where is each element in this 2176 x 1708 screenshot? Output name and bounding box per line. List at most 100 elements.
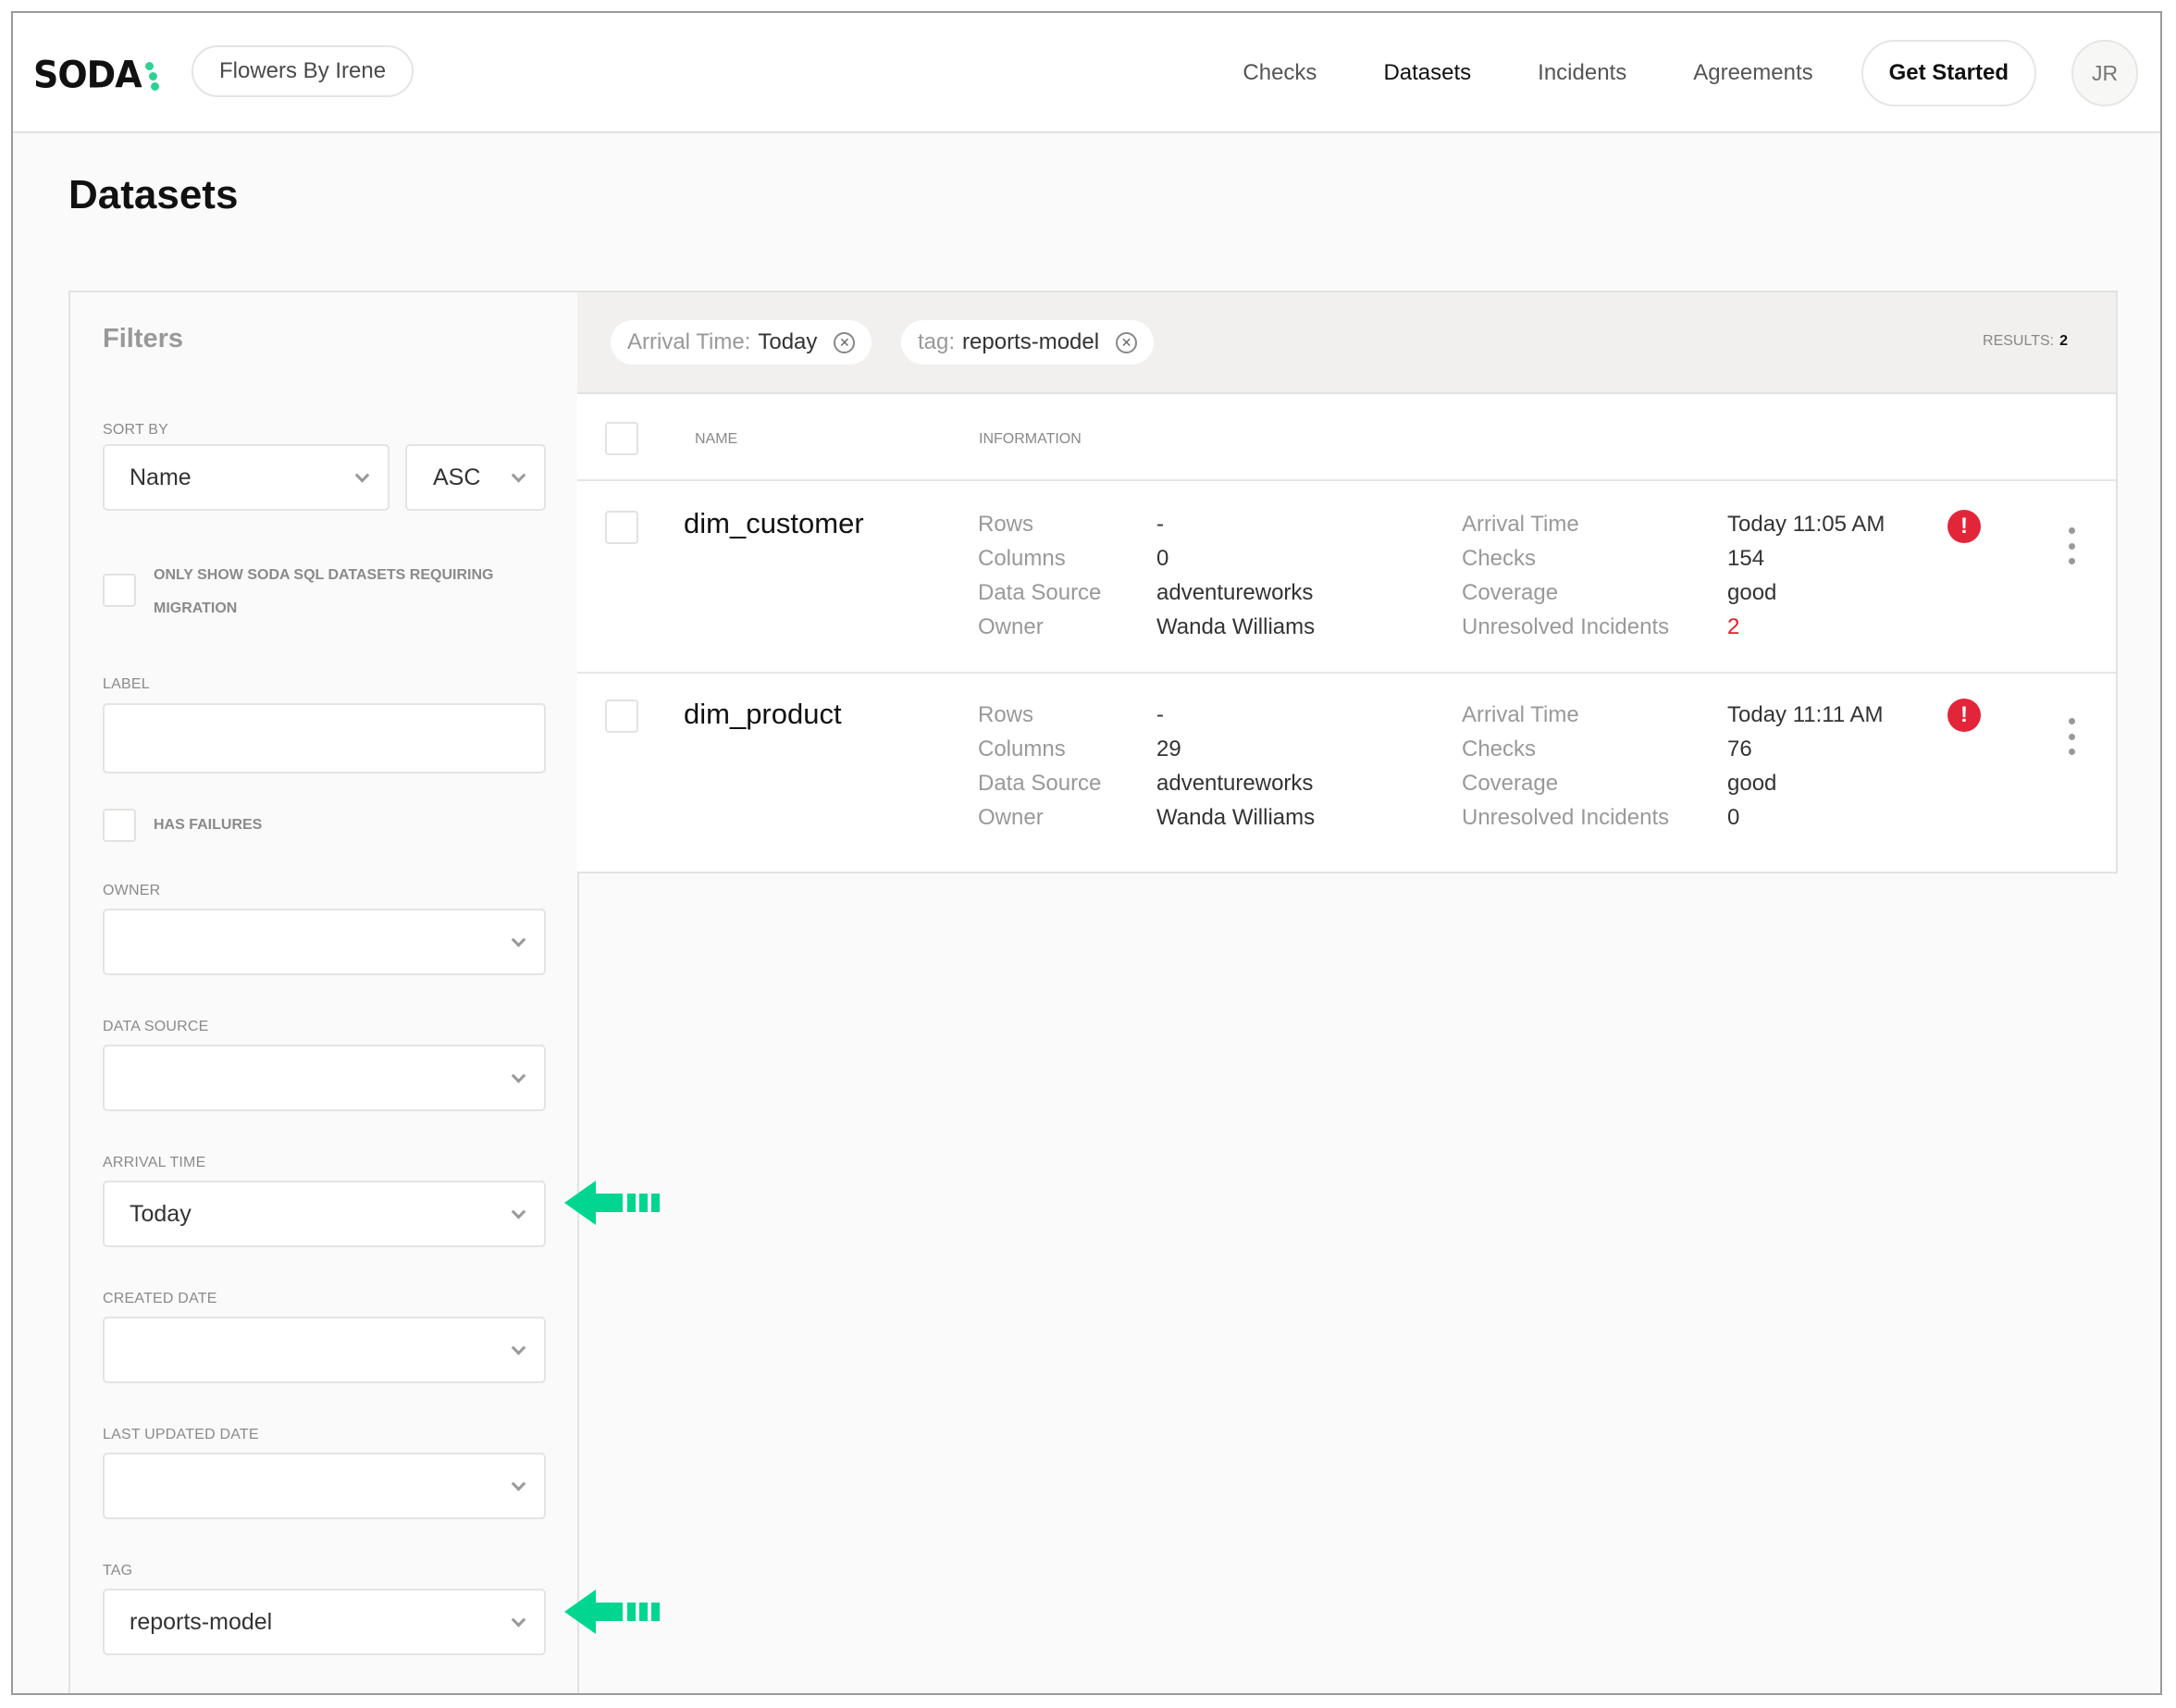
- created-date-select[interactable]: [103, 1317, 546, 1383]
- select-all-checkbox[interactable]: [605, 422, 638, 455]
- data-source-label: Data Source: [978, 771, 1102, 796]
- table-row[interactable]: dim_customer Rows Columns Data Source Ow…: [577, 483, 2116, 672]
- rows-label: Rows: [978, 702, 1034, 727]
- info-values-right: Today 11:11 AM 76 good 0: [1727, 698, 1884, 835]
- row-checkbox[interactable]: [605, 511, 638, 544]
- coverage-value: good: [1727, 580, 1777, 605]
- more-options-icon[interactable]: [2060, 718, 2083, 755]
- data-source-label: DATA SOURCE: [103, 1019, 209, 1034]
- nav-incidents[interactable]: Incidents: [1538, 60, 1626, 86]
- owner-label: Owner: [978, 614, 1044, 639]
- logo-dots-icon: [143, 56, 159, 93]
- has-failures-checkbox[interactable]: [103, 809, 136, 842]
- page-title: Datasets: [68, 172, 239, 217]
- last-updated-date-label: LAST UPDATED DATE: [103, 1427, 259, 1442]
- tag-select[interactable]: reports-model: [103, 1589, 546, 1655]
- annotation-arrow-icon: [564, 1590, 660, 1634]
- data-source-select[interactable]: [103, 1045, 546, 1111]
- migration-checkbox-label: ONLY SHOW SODA SQL DATASETS REQUIRING MI…: [154, 559, 493, 625]
- arrival-time-select[interactable]: Today: [103, 1181, 546, 1247]
- table-row[interactable]: dim_product Rows Columns Data Source Own…: [577, 672, 2116, 860]
- nav-agreements[interactable]: Agreements: [1693, 60, 1812, 86]
- chevron-down-icon: [511, 1477, 526, 1491]
- checks-value: 76: [1727, 736, 1752, 761]
- alert-icon: !: [1947, 699, 1981, 732]
- sort-field-select[interactable]: Name: [103, 444, 389, 511]
- top-navigation-bar: SODA Flowers By Irene Checks Datasets In…: [13, 13, 2160, 133]
- created-date-label: CREATED DATE: [103, 1291, 217, 1306]
- close-circle-icon[interactable]: ✕: [834, 331, 856, 353]
- arrival-time-value: Today 11:05 AM: [1727, 512, 1885, 537]
- arrival-time-value: Today: [130, 1200, 192, 1227]
- info-labels-left: Rows Columns Data Source Owner: [978, 698, 1101, 835]
- column-header-information: INFORMATION: [979, 431, 1082, 447]
- checks-label: Checks: [1462, 736, 1537, 761]
- owner-select[interactable]: [103, 909, 546, 975]
- sort-order-value: ASC: [433, 464, 481, 490]
- owner-value: Wanda Williams: [1156, 614, 1316, 639]
- alert-icon: !: [1947, 510, 1981, 543]
- results-count-value: 2: [2059, 333, 2068, 349]
- results-count: RESULTS: 2: [1983, 333, 2068, 350]
- chevron-down-icon: [511, 1341, 526, 1355]
- sort-order-select[interactable]: ASC: [405, 444, 546, 511]
- label-input[interactable]: [103, 703, 546, 774]
- sort-by-label: SORT BY: [103, 422, 169, 438]
- arrival-time-label: Arrival Time: [1462, 702, 1579, 727]
- logo-text: SODA: [33, 53, 142, 97]
- rows-label: Rows: [978, 512, 1034, 537]
- row-checkbox[interactable]: [605, 699, 638, 733]
- checks-value: 154: [1727, 546, 1765, 571]
- chip-key: Arrival Time:: [627, 329, 751, 354]
- incidents-label: Unresolved Incidents: [1462, 614, 1670, 639]
- columns-value: 0: [1156, 546, 1169, 571]
- coverage-label: Coverage: [1462, 580, 1559, 605]
- info-labels-left: Rows Columns Data Source Owner: [978, 507, 1101, 644]
- has-failures-label: HAS FAILURES: [154, 817, 263, 833]
- results-panel: Arrival Time: Today ✕ tag: reports-model…: [577, 291, 2118, 873]
- owner-value: Wanda Williams: [1156, 805, 1316, 830]
- chip-value: reports-model: [962, 329, 1100, 354]
- active-filters-bar: Arrival Time: Today ✕ tag: reports-model…: [577, 292, 2116, 394]
- tag-label: TAG: [103, 1563, 133, 1578]
- data-source-value: adventureworks: [1156, 580, 1314, 605]
- migration-label-line2: MIGRATION: [154, 600, 238, 616]
- filter-chip-tag: tag: reports-model ✕: [901, 320, 1155, 365]
- owner-label: OWNER: [103, 883, 161, 898]
- columns-label: Columns: [978, 736, 1066, 761]
- soda-logo[interactable]: SODA: [33, 53, 159, 97]
- main-nav: Checks Datasets Incidents Agreements Get…: [1243, 13, 2160, 133]
- data-source-label: Data Source: [978, 580, 1102, 605]
- info-values-left: - 0 adventureworks Wanda Williams: [1156, 507, 1315, 644]
- chevron-down-icon: [354, 468, 370, 483]
- column-header-name[interactable]: NAME: [695, 431, 737, 448]
- nav-checks[interactable]: Checks: [1243, 60, 1317, 86]
- nav-datasets[interactable]: Datasets: [1383, 60, 1471, 86]
- incidents-value[interactable]: 2: [1727, 610, 1885, 644]
- close-circle-icon[interactable]: ✕: [1116, 331, 1138, 353]
- info-values-right: Today 11:05 AM 154 good 2: [1727, 507, 1885, 644]
- chevron-down-icon: [511, 933, 526, 947]
- get-started-button[interactable]: Get Started: [1861, 40, 2036, 106]
- more-options-icon[interactable]: [2060, 527, 2083, 564]
- info-values-left: - 29 adventureworks Wanda Williams: [1156, 698, 1315, 835]
- coverage-value: good: [1727, 771, 1777, 796]
- annotation-arrow-icon: [564, 1181, 660, 1225]
- info-labels-right: Arrival Time Checks Coverage Unresolved …: [1462, 507, 1669, 644]
- chevron-down-icon: [511, 1205, 526, 1219]
- results-count-label: RESULTS:: [1983, 333, 2055, 349]
- migration-checkbox[interactable]: [103, 574, 136, 607]
- chip-key: tag:: [918, 329, 956, 354]
- chevron-down-icon: [511, 468, 526, 483]
- info-labels-right: Arrival Time Checks Coverage Unresolved …: [1462, 698, 1669, 835]
- arrival-time-label: Arrival Time: [1462, 512, 1579, 537]
- filter-chip-arrival-time: Arrival Time: Today ✕: [611, 320, 872, 365]
- dataset-name-link[interactable]: dim_product: [684, 698, 842, 731]
- columns-label: Columns: [978, 546, 1066, 571]
- last-updated-date-select[interactable]: [103, 1453, 546, 1519]
- organization-switcher[interactable]: Flowers By Irene: [192, 45, 414, 97]
- tag-value: reports-model: [130, 1608, 273, 1635]
- user-avatar[interactable]: JR: [2071, 40, 2138, 106]
- chevron-down-icon: [511, 1069, 526, 1083]
- dataset-name-link[interactable]: dim_customer: [684, 507, 864, 540]
